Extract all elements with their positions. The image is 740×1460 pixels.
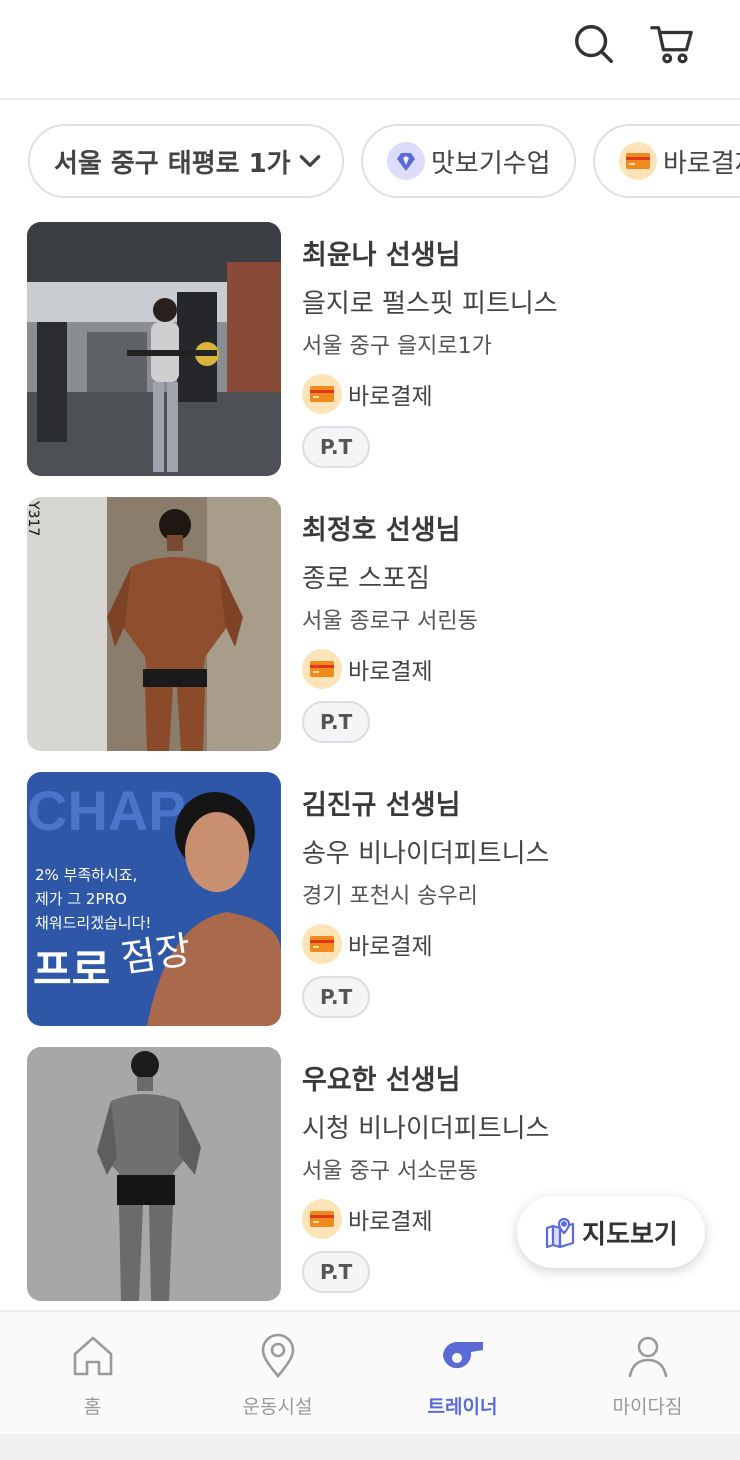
bottom-tab-bar: 홈 운동시설 트레이너 마이다짐 <box>0 1310 740 1434</box>
card-icon <box>302 649 342 689</box>
trainer-name: 최정호 선생님 <box>302 515 461 546</box>
direct-pay-indicator: 바로결제 <box>302 374 722 414</box>
card-icon <box>302 924 342 964</box>
direct-pay-text: 바로결제 <box>348 384 433 410</box>
promo-bg-text: CHAP <box>27 779 186 842</box>
tab-label: 마이다짐 <box>612 1396 683 1418</box>
direct-pay-indicator: 바로결제 <box>302 649 722 689</box>
gym-address: 서울 중구 을지로1가 <box>302 334 492 359</box>
trainer-info: 김진규 선생님 송우 비나이더피트니스 경기 포천시 송우리 바로결제 P.T <box>302 786 722 1018</box>
whistle-icon <box>442 1342 483 1369</box>
gym-address: 경기 포천시 송우리 <box>302 884 478 909</box>
card-icon <box>302 374 342 414</box>
tab-home[interactable]: 홈 <box>0 1312 185 1434</box>
map-view-button[interactable]: 지도보기 <box>517 1196 705 1268</box>
chevron-down-icon <box>299 155 320 167</box>
filter-bar: 서울 중구 태평로 1가 맛보기수업 바로결제 <box>0 124 740 200</box>
service-tag: P.T <box>302 976 371 1018</box>
gym-name: 시청 비나이더피트니스 <box>302 1114 550 1144</box>
gym-name: 종로 스포짐 <box>302 564 430 594</box>
service-tag: P.T <box>302 701 371 743</box>
tab-label: 운동시설 <box>242 1396 313 1418</box>
trainer-photo <box>27 1047 281 1301</box>
person-icon <box>628 1336 667 1378</box>
card-icon <box>619 142 657 180</box>
search-icon[interactable] <box>568 18 620 70</box>
taste-class-label: 맛보기수업 <box>431 148 551 179</box>
tab-facilities[interactable]: 운동시설 <box>185 1312 370 1434</box>
taste-class-filter[interactable]: 맛보기수업 <box>361 124 576 198</box>
diamond-icon <box>387 142 425 180</box>
promo-line-2: 제가 그 2PRO <box>35 890 127 908</box>
gym-name: 을지로 펄스핏 피트니스 <box>302 289 558 319</box>
trainer-name: 최윤나 선생님 <box>302 240 461 271</box>
service-tag: P.T <box>302 426 371 468</box>
direct-pay-indicator: 바로결제 <box>302 924 722 964</box>
trainer-photo <box>27 222 281 476</box>
map-icon <box>546 1217 575 1248</box>
tab-trainer[interactable]: 트레이너 <box>370 1312 555 1434</box>
system-nav-strip <box>0 1434 740 1460</box>
tab-label: 트레이너 <box>427 1396 498 1418</box>
promo-line-1: 2% 부족하시죠, <box>35 866 137 884</box>
home-icon <box>73 1336 112 1376</box>
service-tag: P.T <box>302 1251 371 1293</box>
tab-my[interactable]: 마이다짐 <box>555 1312 740 1434</box>
trainer-photo: Y317 <box>27 497 281 751</box>
gym-address: 서울 중구 서소문동 <box>302 1159 478 1184</box>
top-bar <box>0 0 740 100</box>
promo-line-3: 채워드리겠습니다! <box>35 914 151 932</box>
direct-pay-text: 바로결제 <box>348 934 433 960</box>
location-filter[interactable]: 서울 중구 태평로 1가 <box>28 124 344 198</box>
direct-pay-label: 바로결제 <box>663 148 740 179</box>
trainer-photo: CHAP 2% 부족하시죠, 제가 그 2PRO 채워드리겠습니다! 프로 점장 <box>27 772 281 1026</box>
map-view-label: 지도보기 <box>582 1219 678 1250</box>
trainer-card[interactable]: CHAP 2% 부족하시죠, 제가 그 2PRO 채워드리겠습니다! 프로 점장… <box>0 772 740 1028</box>
trainer-card[interactable]: 최윤나 선생님 을지로 펄스핏 피트니스 서울 중구 을지로1가 바로결제 P.… <box>0 222 740 478</box>
trainer-info: 최윤나 선생님 을지로 펄스핏 피트니스 서울 중구 을지로1가 바로결제 P.… <box>302 236 722 468</box>
trainer-card[interactable]: Y317 최정호 선생님 종로 스포짐 서울 종로구 서린동 바로결제 P.T <box>0 497 740 753</box>
trainer-name: 김진규 선생님 <box>302 790 461 821</box>
trainer-name: 우요한 선생님 <box>302 1065 461 1096</box>
gym-address: 서울 종로구 서린동 <box>302 609 478 634</box>
tab-label: 홈 <box>83 1396 102 1418</box>
cart-icon[interactable] <box>646 18 698 70</box>
gym-name: 송우 비나이더피트니스 <box>302 839 550 869</box>
photo-overlay-text: Y317 <box>27 500 41 536</box>
direct-pay-text: 바로결제 <box>348 659 433 685</box>
direct-pay-filter[interactable]: 바로결제 <box>593 124 740 198</box>
location-pin-icon <box>261 1333 294 1379</box>
trainer-info: 최정호 선생님 종로 스포짐 서울 종로구 서린동 바로결제 P.T <box>302 511 722 743</box>
card-icon <box>302 1199 342 1239</box>
location-label: 서울 중구 태평로 1가 <box>54 148 291 179</box>
promo-title-1: 프로 <box>33 945 110 994</box>
direct-pay-text: 바로결제 <box>348 1209 433 1235</box>
